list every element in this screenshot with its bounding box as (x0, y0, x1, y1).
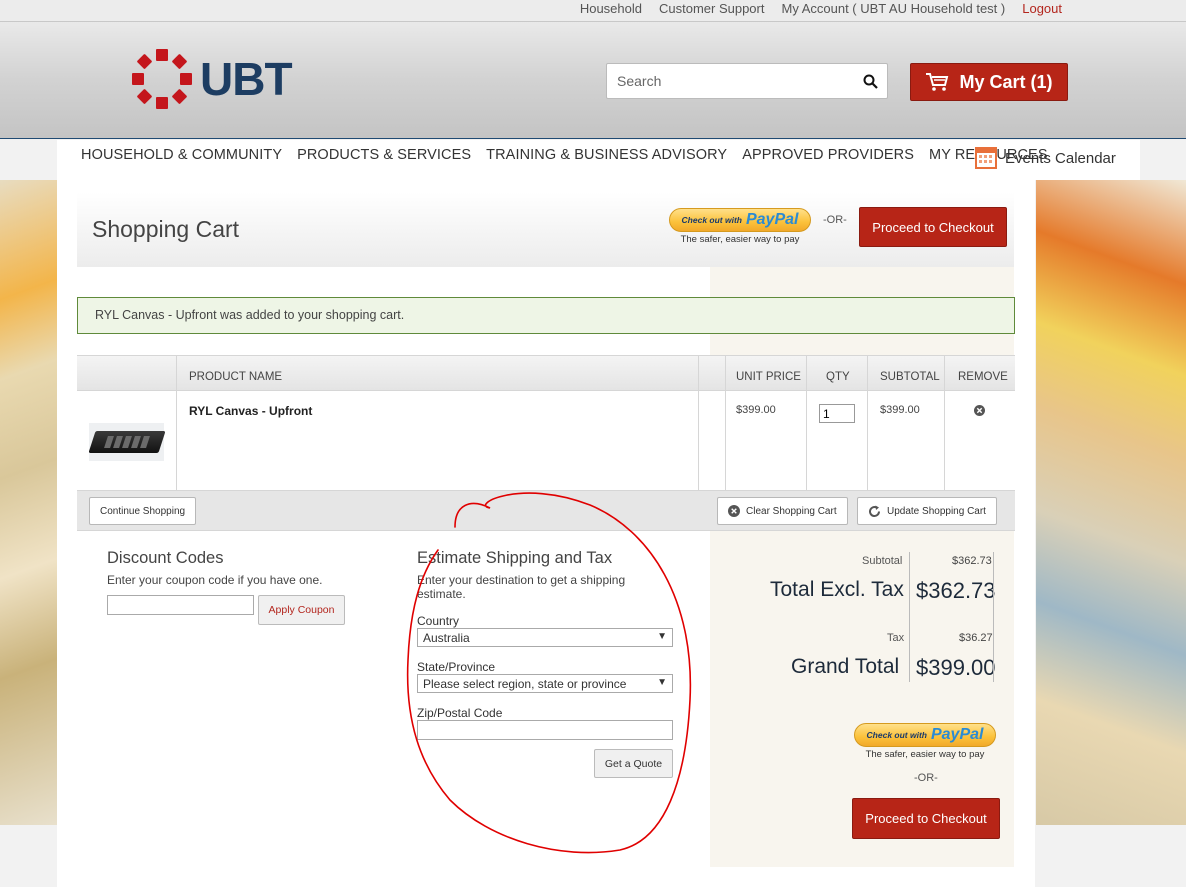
subtotal-label: Subtotal (862, 555, 903, 567)
discount-codes-title: Discount Codes (107, 549, 224, 567)
cart-table-header: PRODUCT NAME UNIT PRICE QTY SUBTOTAL REM… (77, 355, 1015, 391)
or-separator-bottom: -OR- (914, 772, 938, 784)
get-a-quote-label: Get a Quote (604, 757, 663, 770)
paypal-tagline: The safer, easier way to pay (680, 234, 800, 245)
zip-postal-code-label: Zip/Postal Code (417, 706, 503, 720)
tax-label: Tax (887, 632, 905, 644)
col-subtotal: SUBTOTAL (880, 371, 940, 383)
discount-codes-section: Discount Codes Enter your coupon code if… (107, 549, 322, 587)
refresh-icon (869, 505, 881, 517)
nav-item-events-calendar[interactable]: Events Calendar (975, 147, 1116, 169)
paypal-checkout-bottom[interactable]: Check out with PayPal The safer, easier … (854, 723, 996, 760)
country-label: Country (417, 614, 460, 628)
state-province-select[interactable]: Please select region, state or province … (417, 674, 673, 693)
dropdown-arrow-icon: ▼ (657, 631, 667, 642)
country-select-value: Australia (423, 631, 470, 645)
subtotal-value: $362.73 (952, 555, 992, 567)
topbar-link-my-account[interactable]: My Account ( UBT AU Household test ) (781, 1, 1005, 16)
col-product-name: PRODUCT NAME (189, 371, 283, 383)
apply-coupon-button[interactable]: Apply Coupon (258, 595, 345, 625)
background-image-right (1036, 180, 1186, 825)
success-notice-text: RYL Canvas - Upfront was added to your s… (95, 308, 405, 322)
qty-input[interactable] (819, 404, 855, 423)
paypal-checkout-text: Check out with (681, 215, 742, 225)
clear-cart-icon (728, 505, 740, 517)
state-province-select-value: Please select region, state or province (423, 677, 627, 691)
total-excl-tax-label: Total Excl. Tax (770, 578, 904, 601)
tax-value: $36.27 (959, 632, 993, 644)
table-row: RYL Canvas - Upfront $399.00 $399.00 (77, 391, 1015, 491)
events-calendar-label: Events Calendar (1005, 149, 1116, 167)
dropdown-arrow-icon: ▼ (657, 677, 667, 688)
get-a-quote-button[interactable]: Get a Quote (594, 749, 673, 778)
my-cart-button[interactable]: My Cart (1) (910, 63, 1068, 101)
proceed-to-checkout-label: Proceed to Checkout (872, 219, 994, 235)
total-excl-tax-value: $362.73 (916, 578, 996, 603)
search-icon[interactable] (863, 74, 878, 89)
nav-item-training-business-advisory[interactable]: TRAINING & BUSINESS ADVISORY (486, 147, 727, 163)
nav-item-household-community[interactable]: HOUSEHOLD & COMMUNITY (81, 147, 282, 163)
paypal-checkout-text: Check out with (866, 730, 927, 740)
topbar-link-customer-support[interactable]: Customer Support (659, 1, 765, 16)
success-notice: RYL Canvas - Upfront was added to your s… (77, 297, 1015, 334)
cart-table: PRODUCT NAME UNIT PRICE QTY SUBTOTAL REM… (77, 355, 1015, 531)
logo-text: UBT (200, 53, 293, 105)
estimate-shipping-section: Estimate Shipping and Tax Enter your des… (417, 549, 677, 740)
or-separator-top: -OR- (823, 214, 847, 226)
cart-icon (926, 73, 949, 91)
paypal-tagline: The safer, easier way to pay (865, 749, 985, 760)
col-qty: QTY (826, 371, 850, 383)
site-header: UBT My Cart (1) (0, 22, 1186, 139)
col-unit-price: UNIT PRICE (736, 371, 801, 383)
discount-codes-hint: Enter your coupon code if you have one. (107, 573, 323, 587)
estimate-shipping-title: Estimate Shipping and Tax (417, 549, 613, 567)
product-thumbnail[interactable] (87, 423, 166, 461)
paypal-logo: PayPal (930, 726, 984, 743)
clear-shopping-cart-label: Clear Shopping Cart (746, 505, 837, 517)
proceed-to-checkout-label: Proceed to Checkout (865, 811, 987, 826)
row-subtotal-value: $399.00 (880, 404, 920, 416)
continue-shopping-button[interactable]: Continue Shopping (89, 497, 197, 525)
update-shopping-cart-button[interactable]: Update Shopping Cart (857, 497, 997, 525)
estimate-shipping-hint: Enter your destination to get a shipping… (417, 573, 626, 601)
proceed-to-checkout-top-button[interactable]: Proceed to Checkout (859, 207, 1007, 247)
clear-shopping-cart-button[interactable]: Clear Shopping Cart (717, 497, 848, 525)
country-select[interactable]: Australia ▼ (417, 628, 673, 647)
grand-total-label: Grand Total (791, 655, 900, 678)
paypal-button[interactable]: Check out with PayPal (854, 723, 996, 747)
search-input[interactable] (607, 64, 847, 98)
paypal-logo: PayPal (745, 211, 799, 228)
apply-coupon-label: Apply Coupon (268, 604, 335, 616)
ubt-logo[interactable]: UBT (130, 47, 293, 111)
cart-actions-bar: Continue Shopping Clear Shopping Cart Up… (77, 491, 1015, 531)
my-cart-label: My Cart (1) (959, 71, 1053, 92)
ubt-logo-icon (132, 49, 192, 109)
update-shopping-cart-label: Update Shopping Cart (887, 505, 986, 517)
nav-item-products-services[interactable]: PRODUCTS & SERVICES (297, 147, 471, 163)
remove-item-icon[interactable] (974, 405, 985, 416)
coupon-code-input[interactable] (107, 595, 254, 615)
continue-shopping-label: Continue Shopping (100, 505, 186, 517)
unit-price-value: $399.00 (736, 404, 776, 416)
state-province-label: State/Province (417, 660, 496, 674)
calendar-icon (975, 147, 997, 169)
col-remove: REMOVE (958, 371, 1008, 383)
page-title: Shopping Cart (92, 216, 240, 242)
paypal-button[interactable]: Check out with PayPal (669, 208, 811, 232)
main-nav: HOUSEHOLD & COMMUNITY PRODUCTS & SERVICE… (57, 140, 1140, 180)
main-content: Shopping Cart Check out with PayPal The … (57, 180, 1035, 887)
paypal-checkout-top[interactable]: Check out with PayPal The safer, easier … (669, 208, 811, 245)
background-image-left (0, 180, 57, 825)
nav-item-approved-providers[interactable]: APPROVED PROVIDERS (742, 147, 914, 163)
proceed-to-checkout-bottom-button[interactable]: Proceed to Checkout (852, 798, 1000, 839)
grand-total-value: $399.00 (916, 655, 996, 680)
zip-postal-code-input[interactable] (417, 720, 673, 740)
top-utility-bar: Household Customer Support My Account ( … (0, 0, 1186, 22)
search-box (606, 63, 888, 99)
product-name-link[interactable]: RYL Canvas - Upfront (189, 404, 312, 418)
topbar-link-household[interactable]: Household (580, 1, 642, 16)
logout-link[interactable]: Logout (1022, 1, 1062, 16)
